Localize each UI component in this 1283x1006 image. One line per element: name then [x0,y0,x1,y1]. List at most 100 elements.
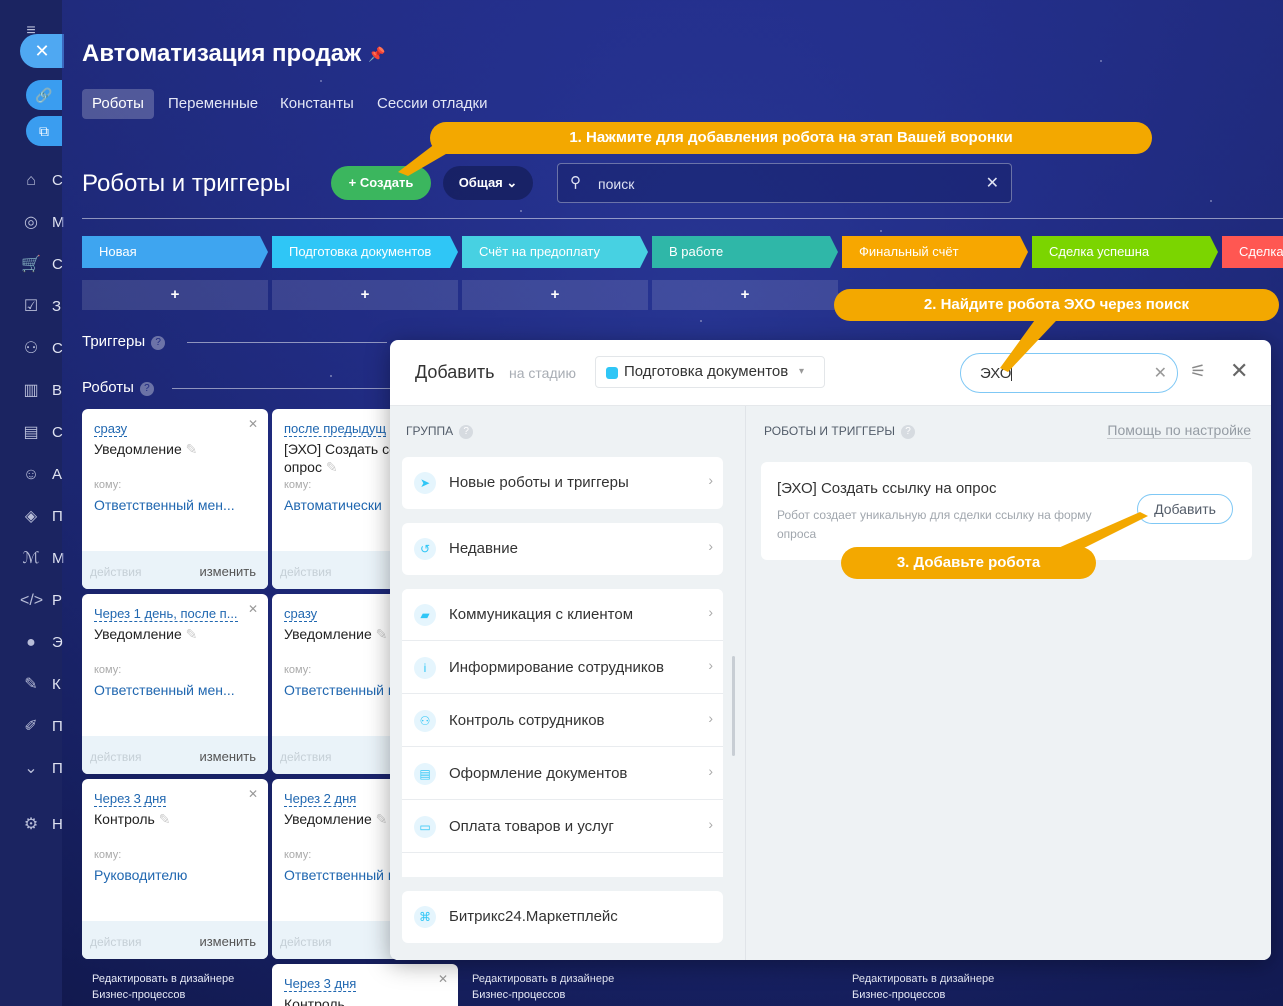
search-input[interactable]: ⚲ поиск ✕ [557,163,1012,203]
robot-delay[interactable]: Через 1 день, после п... [94,606,238,622]
robot-card[interactable]: Через 1 день, после п... ✕ Уведомление ✎ … [82,594,268,774]
bp-designer-link[interactable]: Редактировать в дизайнере Бизнес-процессо… [852,971,994,1003]
group-marketplace[interactable]: ⌘ Битрикс24.Маркетплейс [402,891,723,943]
edit-link[interactable]: изменить [199,749,256,764]
help-icon[interactable]: ? [459,425,474,439]
add-trigger-button[interactable]: + [652,280,838,310]
recipient-value[interactable]: Ответственный м [284,682,398,698]
clear-icon[interactable]: ✕ [986,173,999,193]
stage-in-work[interactable]: В работе [652,236,838,268]
setup-help-link[interactable]: Помощь по настройке [1107,422,1251,439]
recipient-value[interactable]: Руководителю [94,867,187,883]
edit-icon[interactable]: ✎ [186,441,198,457]
create-button[interactable]: + Создать [331,166,431,200]
chevron-down-icon[interactable]: ⌄ [20,758,42,780]
robot-delay[interactable]: после предыдущ [284,421,387,437]
stage-select[interactable]: Подготовка документов ▾ [595,356,825,388]
tab-variables[interactable]: Переменные [158,89,268,119]
group-communication[interactable]: ▰ Коммуникация с клиентом › [402,589,723,641]
code-icon[interactable]: </> [20,590,43,612]
edit-link[interactable]: изменить [199,564,256,579]
help-icon[interactable]: ? [151,336,166,350]
cube-icon[interactable]: ◈ [20,506,42,528]
edit-link[interactable]: изменить [199,934,256,949]
tab-constants[interactable]: Константы [270,89,364,119]
close-slider-button[interactable]: ✕ [20,34,64,68]
clear-icon[interactable]: ✕ [1154,363,1167,383]
task-icon[interactable]: ☑ [20,296,42,318]
robot-name-text: Уведомление [284,626,372,642]
stage-final-invoice[interactable]: Финальный счёт [842,236,1028,268]
robot-card[interactable]: сразу ✕ Уведомление ✎ кому: Ответственный… [82,409,268,589]
robot-icon[interactable]: ☺ [20,464,42,486]
pen-icon[interactable]: ✐ [20,716,42,738]
recipient-value[interactable]: Автоматически [284,497,382,513]
actions-link[interactable]: действия [280,750,331,764]
actions-link[interactable]: действия [90,565,141,579]
tab-debug-sessions[interactable]: Сессии отладки [367,89,497,119]
add-robot-button[interactable]: Добавить [1137,494,1233,524]
actions-link[interactable]: действия [280,565,331,579]
cart-icon[interactable]: 🛒 [20,254,42,276]
edit-icon[interactable]: ✎ [376,811,388,827]
actions-link[interactable]: действия [280,935,331,949]
group-employee-info[interactable]: i Информирование сотрудников › [402,642,723,694]
edit-icon[interactable]: ✎ [326,459,338,475]
robot-delay[interactable]: сразу [284,606,318,622]
chart-icon[interactable]: ▥ [20,380,42,402]
robot-delay[interactable]: Через 2 дня [284,791,357,807]
dialog-search-input[interactable]: ЭХО ✕ [960,353,1178,393]
card-icon[interactable]: ▤ [20,422,42,444]
scrollbar[interactable] [732,656,735,756]
stage-lost[interactable]: Сделка [1222,236,1283,268]
robot-card[interactable]: Через 3 дня ✕ Контроль ✎ кому: Руководите… [82,779,268,959]
recipient-value[interactable]: Ответственный мен... [94,682,235,698]
robot-delay[interactable]: Через 3 дня [284,976,357,992]
filter-settings-icon[interactable]: ⚟ [1190,361,1206,382]
people-icon[interactable]: ⚇ [20,338,42,360]
link-icon[interactable]: 🔗 [26,80,62,110]
file-icon[interactable]: ✎ [20,674,42,696]
robot-card[interactable]: Через 3 дня ✕ Контроль [272,964,458,1006]
shop-icon[interactable]: ⌂ [20,170,42,192]
recipient-value[interactable]: Ответственный мен... [94,497,235,513]
tab-robots[interactable]: Роботы [82,89,154,119]
group-recent[interactable]: ↺ Недавние › [402,523,723,575]
help-icon[interactable]: ? [900,425,915,439]
group-new-robots[interactable]: ➤ Новые роботы и триггеры › [402,457,723,509]
gear-icon[interactable]: ⚙ [20,814,42,836]
mark-icon[interactable]: ℳ [20,548,42,570]
stage-invoice[interactable]: Счёт на предоплату [462,236,648,268]
bp-designer-link[interactable]: Редактировать в дизайнере Бизнес-процессо… [472,971,614,1003]
actions-link[interactable]: действия [90,750,141,764]
add-trigger-button[interactable]: + [82,280,268,310]
stage-won[interactable]: Сделка успешна [1032,236,1218,268]
edit-icon[interactable]: ✎ [159,811,171,827]
bp-link-line2: Бизнес-процессов [852,989,946,1001]
avatar-icon[interactable]: ● [20,632,42,654]
close-icon[interactable]: ✕ [248,417,258,431]
stage-docs[interactable]: Подготовка документов [272,236,458,268]
robot-delay[interactable]: сразу [94,421,128,437]
robot-delay[interactable]: Через 3 дня [94,791,167,807]
close-icon[interactable]: ✕ [1230,358,1248,384]
close-icon[interactable]: ✕ [438,972,448,986]
bp-designer-link[interactable]: Редактировать в дизайнере Бизнес-процессо… [92,971,234,1003]
group-documents[interactable]: ▤ Оформление документов › [402,748,723,800]
help-icon[interactable]: ? [139,382,154,396]
open-new-window-icon[interactable]: ⧉ [26,116,62,146]
target-icon[interactable]: ◎ [20,212,42,234]
stage-new[interactable]: Новая [82,236,268,268]
group-payment[interactable]: ▭ Оплата товаров и услуг › [402,801,723,853]
pin-icon[interactable]: 📌 [368,46,385,63]
actions-link[interactable]: действия [90,935,141,949]
add-trigger-button[interactable]: + [462,280,648,310]
edit-icon[interactable]: ✎ [376,626,388,642]
close-icon[interactable]: ✕ [248,787,258,801]
group-employee-control[interactable]: ⚇ Контроль сотрудников › [402,695,723,747]
close-icon[interactable]: ✕ [248,602,258,616]
add-trigger-button[interactable]: + [272,280,458,310]
general-dropdown[interactable]: Общая ⌄ [443,166,533,200]
edit-icon[interactable]: ✎ [186,626,198,642]
recipient-value[interactable]: Ответственный м [284,867,398,883]
